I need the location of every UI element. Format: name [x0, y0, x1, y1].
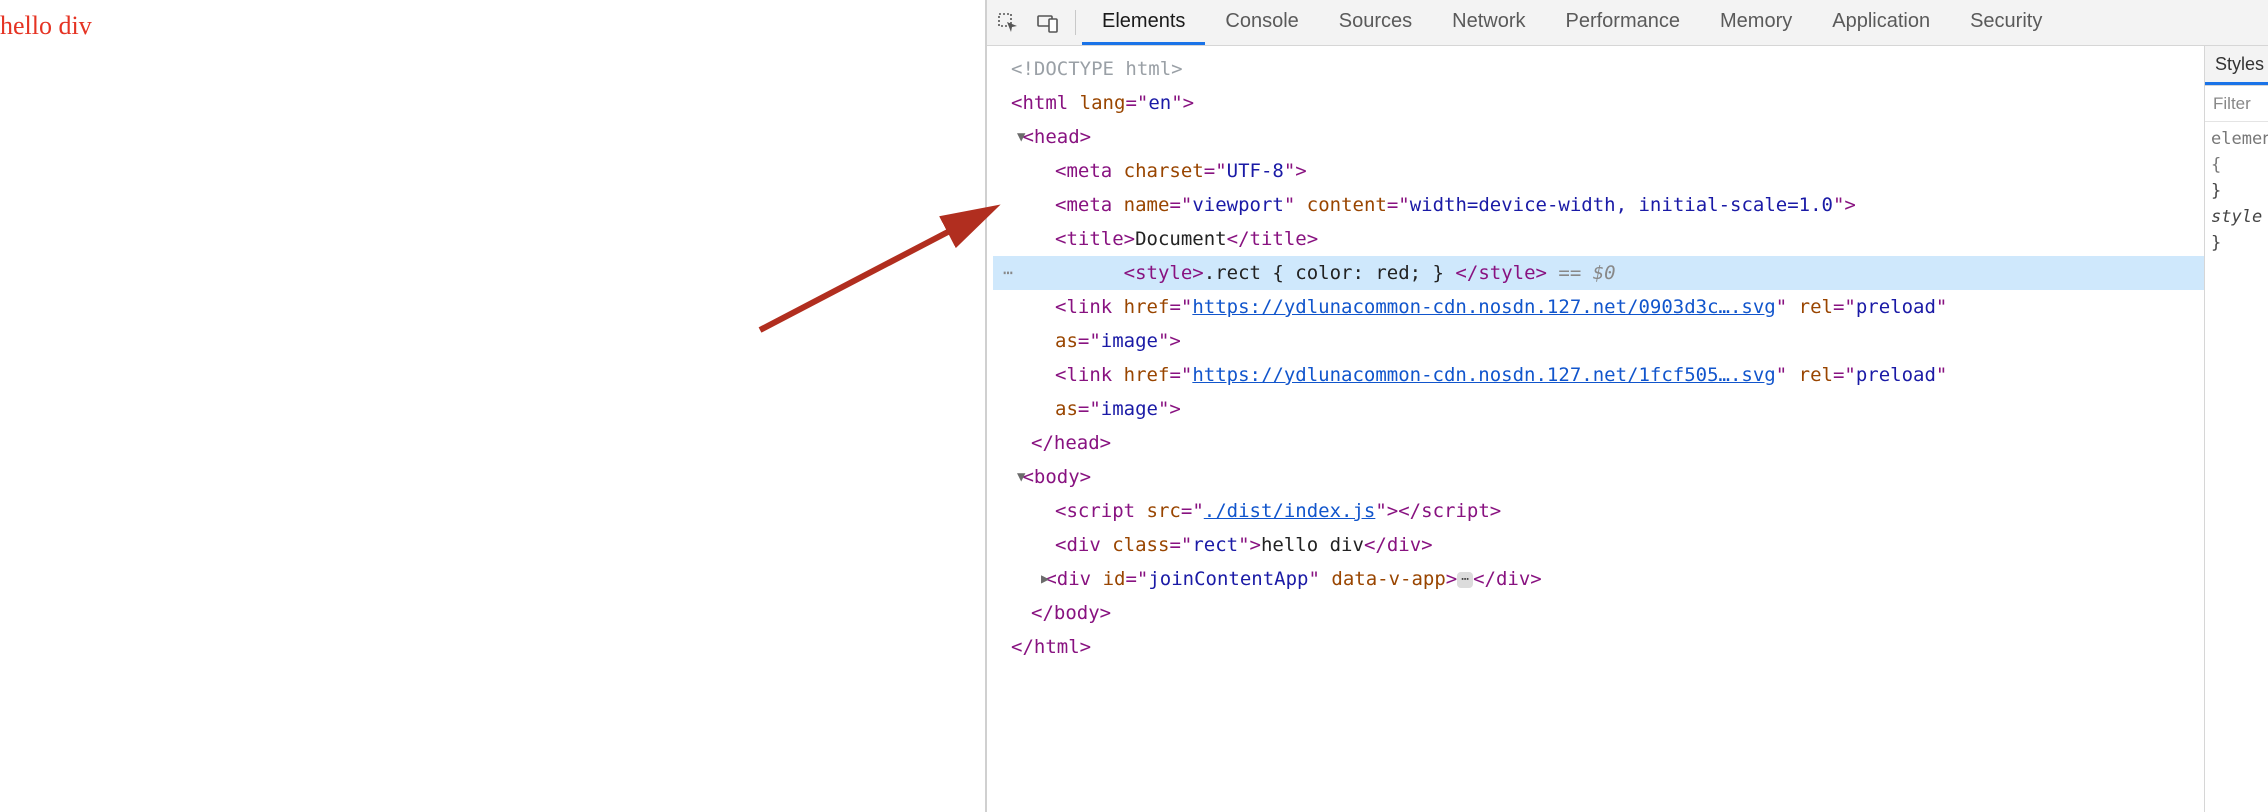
hello-div-text: hello div — [0, 11, 92, 40]
tab-network[interactable]: Network — [1432, 0, 1545, 45]
dom-line[interactable]: as="image"> — [993, 392, 2204, 426]
caret-down-icon[interactable]: ▼ — [1017, 460, 1031, 494]
more-actions-icon[interactable]: ⋯ — [997, 256, 1019, 290]
annotation-arrow — [730, 190, 1030, 340]
dom-line-selected[interactable]: ⋯ <style>.rect { color: red; } </style> … — [993, 256, 2204, 290]
dom-line[interactable]: </html> — [993, 630, 2204, 664]
devtools-body: <!DOCTYPE html> <html lang="en"> ▼ <head… — [987, 46, 2268, 812]
dom-line[interactable]: <meta charset="UTF-8"> — [993, 154, 2204, 188]
dom-line[interactable]: <div class="rect">hello div</div> — [993, 528, 2204, 562]
toolbar-icons — [987, 0, 1069, 45]
doctype-text: <!DOCTYPE html> — [1011, 58, 1183, 80]
styles-row: style — [2211, 204, 2262, 230]
styles-filter-input[interactable]: Filter — [2205, 86, 2268, 122]
styles-row: element.style { — [2211, 126, 2262, 178]
dom-line[interactable]: <!DOCTYPE html> — [993, 52, 2204, 86]
inspect-element-icon[interactable] — [995, 10, 1021, 36]
tab-performance[interactable]: Performance — [1546, 0, 1701, 45]
tab-security[interactable]: Security — [1950, 0, 2062, 45]
tab-application[interactable]: Application — [1812, 0, 1950, 45]
dom-line[interactable]: <html lang="en"> — [993, 86, 2204, 120]
styles-row: } — [2211, 230, 2262, 256]
styles-tabs: Styles — [2205, 46, 2268, 86]
caret-right-icon[interactable]: ▶ — [1041, 562, 1055, 596]
tab-console[interactable]: Console — [1205, 0, 1318, 45]
styles-row: } — [2211, 178, 2262, 204]
dom-line[interactable]: <link href="https://ydlunacommon-cdn.nos… — [993, 358, 2204, 392]
caret-down-icon[interactable]: ▼ — [1017, 120, 1031, 154]
devtools-toolbar: Elements Console Sources Network Perform… — [987, 0, 2268, 46]
devtools-panel: Elements Console Sources Network Perform… — [986, 0, 2268, 812]
dom-line[interactable]: <meta name="viewport" content="width=dev… — [993, 188, 2204, 222]
rendered-page: hello div — [0, 0, 986, 812]
tab-sources[interactable]: Sources — [1319, 0, 1432, 45]
dom-line[interactable]: ▼ <head> — [993, 120, 2204, 154]
dom-line[interactable]: ▼ <body> — [993, 460, 2204, 494]
dom-line[interactable]: as="image"> — [993, 324, 2204, 358]
dom-line[interactable]: <title>Document</title> — [993, 222, 2204, 256]
device-toolbar-icon[interactable] — [1035, 10, 1061, 36]
devtools-tabs: Elements Console Sources Network Perform… — [1082, 0, 2062, 45]
dom-line[interactable]: <link href="https://ydlunacommon-cdn.nos… — [993, 290, 2204, 324]
dom-line[interactable]: <script src="./dist/index.js"></script> — [993, 494, 2204, 528]
dom-line[interactable]: </body> — [993, 596, 2204, 630]
tab-memory[interactable]: Memory — [1700, 0, 1812, 45]
toolbar-separator — [1075, 10, 1076, 35]
dom-line[interactable]: ▶ <div id="joinContentApp" data-v-app>⋯<… — [993, 562, 2204, 596]
elements-dom-tree[interactable]: <!DOCTYPE html> <html lang="en"> ▼ <head… — [987, 46, 2204, 812]
styles-rules[interactable]: element.style { } style } — [2205, 122, 2268, 260]
tab-elements[interactable]: Elements — [1082, 0, 1205, 45]
ellipsis-icon[interactable]: ⋯ — [1457, 572, 1473, 588]
tab-styles[interactable]: Styles — [2205, 46, 2268, 85]
styles-pane: Styles Filter element.style { } style } — [2204, 46, 2268, 812]
dom-line[interactable]: </head> — [993, 426, 2204, 460]
